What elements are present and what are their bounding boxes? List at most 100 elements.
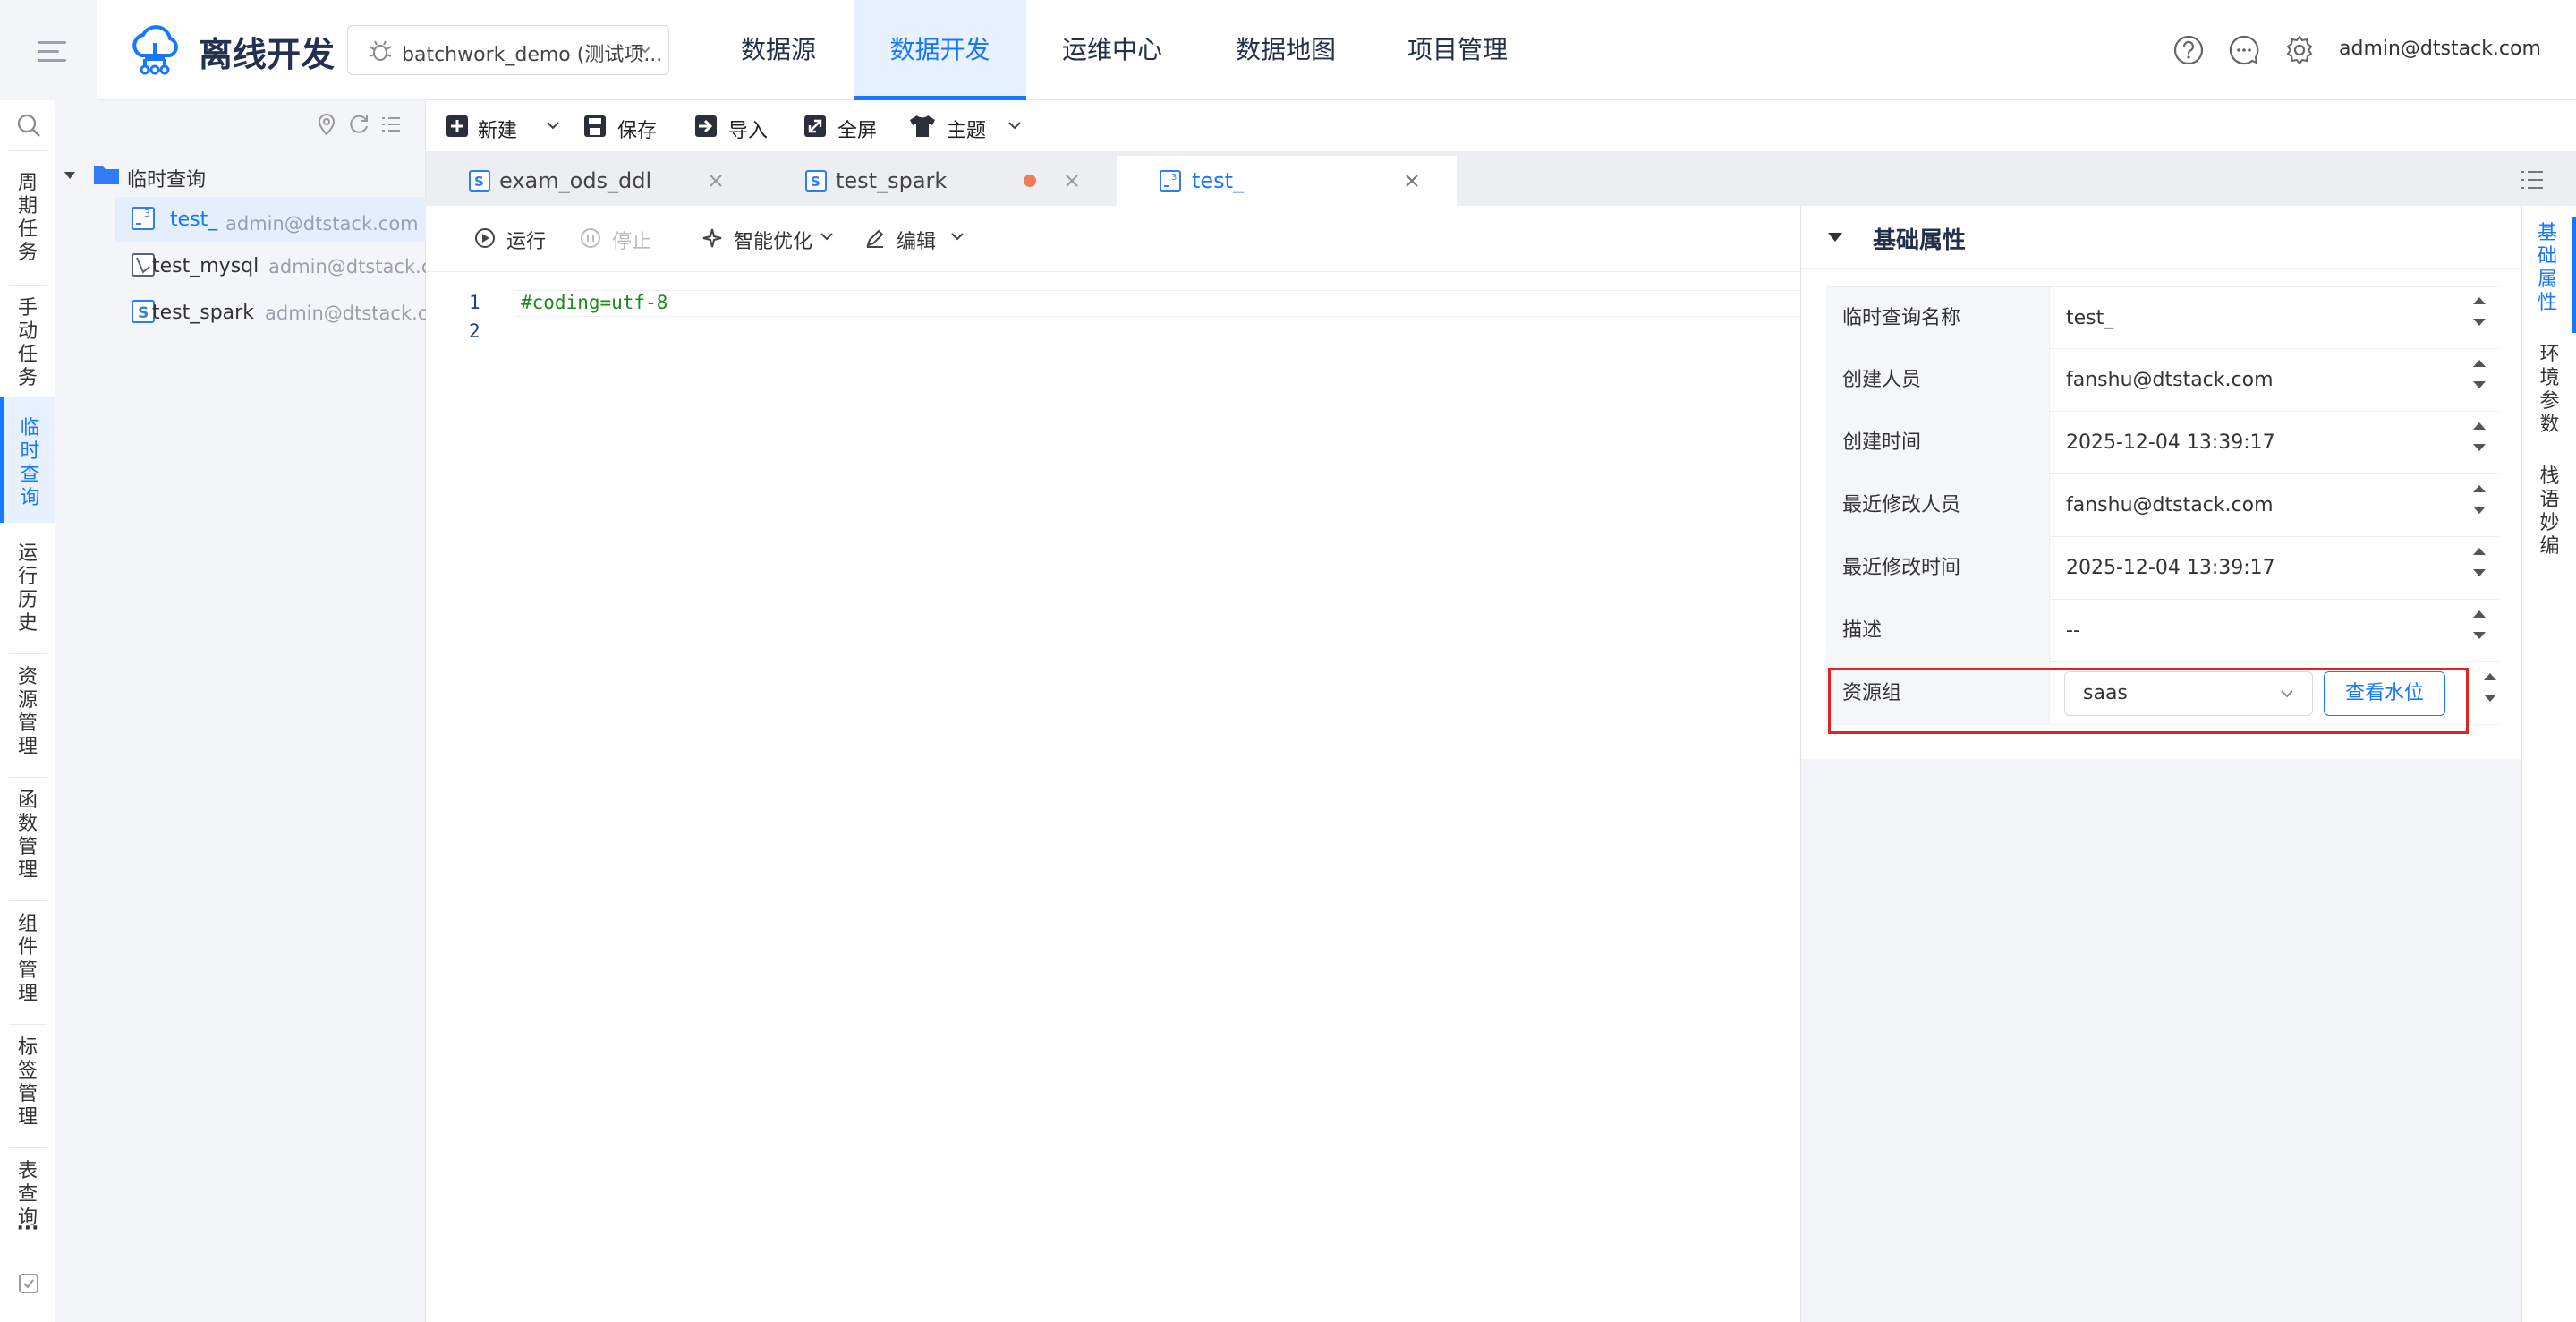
rail-label: 标签管理 (17, 1036, 38, 1129)
tree-file-test-mysql[interactable]: test_mysql admin@dtstack.c... (115, 243, 426, 288)
tree-file-test-spark[interactable]: S test_spark admin@dtstack.co... (115, 290, 426, 335)
fullscreen-button[interactable]: 全屏 (803, 113, 884, 142)
rail-divider (9, 777, 47, 778)
tree-folder[interactable]: 临时查询 (55, 152, 426, 197)
caret-down-icon (64, 172, 75, 179)
run-label: 运行 (506, 231, 547, 253)
prop-row-description: 描述 -- (1826, 600, 2499, 662)
stop-label: 停止 (612, 231, 652, 253)
row-scroll-arrows[interactable] (2470, 294, 2488, 347)
rail-component-mgmt[interactable]: 组件管理 (0, 904, 55, 1020)
rail-divider (9, 1147, 47, 1148)
plus-square-icon (446, 115, 468, 137)
right-tab-stack[interactable]: 栈语妙编 (2522, 460, 2576, 576)
prop-row-created-time: 创建时间 2025-12-04 13:39:17 (1826, 412, 2499, 474)
menu-toggle[interactable] (0, 0, 97, 100)
file-tree-panel: 临时查询 3 test_ admin@dtstack.com 锁... test… (55, 100, 426, 1322)
refresh-icon[interactable] (347, 113, 370, 136)
gear-icon[interactable] (2283, 34, 2316, 66)
bug-icon (369, 40, 392, 61)
rail-tag-mgmt[interactable]: 标签管理 (0, 1028, 55, 1144)
close-icon[interactable] (1063, 172, 1081, 190)
import-icon (695, 115, 717, 137)
help-icon[interactable] (2172, 34, 2205, 66)
right-tab-env-params[interactable]: 环境参数 (2522, 338, 2576, 455)
rail-label: 周期任务 (17, 172, 38, 264)
modified-dot (1024, 175, 1036, 187)
nav-tab-dev[interactable]: 数据开发 (854, 0, 1026, 100)
rail-run-history[interactable]: 运行历史 (0, 533, 55, 650)
rail-label: 运行历史 (17, 542, 38, 635)
new-button[interactable]: 新建 (446, 113, 559, 142)
brand-title: 离线开发 (199, 35, 336, 74)
list-icon[interactable] (379, 113, 403, 136)
theme-button[interactable]: 主题 (909, 113, 1021, 142)
sparkle-icon (702, 228, 722, 248)
close-icon[interactable] (1403, 172, 1421, 190)
properties-header[interactable]: 基础属性 (1801, 206, 2522, 269)
row-scroll-arrows[interactable] (2470, 356, 2488, 410)
svg-text:S: S (138, 304, 149, 322)
right-tab-label: 基础属性 (2537, 222, 2557, 314)
row-scroll-arrows[interactable] (2481, 670, 2499, 723)
row-scroll-arrows[interactable] (2470, 419, 2488, 473)
rail-temp-query[interactable]: 临时查询 (0, 397, 55, 523)
chevron-down-icon (1008, 122, 1021, 130)
rail-more[interactable]: ··· (0, 1217, 55, 1244)
nav-tab-project[interactable]: 项目管理 (1390, 0, 1525, 100)
nav-tab-ops[interactable]: 运维中心 (1045, 0, 1179, 100)
rail-label: 资源管理 (17, 666, 38, 758)
row-scroll-arrows[interactable] (2470, 544, 2488, 598)
import-label: 导入 (728, 120, 769, 142)
menu-icon-line (38, 59, 66, 62)
rail-manual-task[interactable]: 手动任务 (0, 288, 55, 405)
caret-down-icon (1828, 233, 1842, 242)
rail-label: 临时查询 (20, 417, 40, 509)
import-button[interactable]: 导入 (694, 113, 775, 142)
message-icon[interactable] (2228, 34, 2260, 66)
file-name: test_spark (152, 302, 254, 324)
editor-area: 运行 停止 智能优化 编辑 1 #coding=utf-8 2 (426, 206, 1800, 1322)
python-file-icon: 3 (1160, 170, 1181, 192)
right-tab-basic-props[interactable]: 基础属性 (2522, 217, 2576, 333)
prop-value: fanshu@dtstack.com (2066, 494, 2274, 516)
code-editor[interactable]: 1 #coding=utf-8 2 (426, 272, 1800, 1322)
tab-label: test_ (1192, 168, 1245, 193)
svg-text:S: S (474, 174, 484, 190)
project-select[interactable]: batchwork_demo (测试项... (347, 25, 669, 75)
theme-label: 主题 (947, 120, 987, 142)
tab-test-spark[interactable]: S test_spark (762, 156, 1097, 206)
folder-name: 临时查询 (127, 169, 207, 192)
row-scroll-arrows[interactable] (2470, 607, 2488, 661)
tab-exam-ods-ddl[interactable]: S exam_ods_ddl (426, 156, 762, 206)
rail-resource-mgmt[interactable]: 资源管理 (0, 657, 55, 773)
svg-text:3: 3 (144, 208, 150, 219)
tab-list-icon[interactable] (2520, 168, 2545, 192)
rail-function-mgmt[interactable]: 函数管理 (0, 780, 55, 897)
checklist-icon[interactable] (18, 1273, 39, 1294)
save-button[interactable]: 保存 (583, 113, 664, 142)
locate-icon[interactable] (315, 113, 338, 136)
chevron-down-icon (639, 46, 651, 54)
search-icon[interactable] (16, 113, 41, 138)
chevron-down-icon (820, 233, 833, 241)
rail-divider (9, 285, 47, 286)
prop-key: 临时查询名称 (1826, 287, 2050, 350)
user-email[interactable]: admin@dtstack.com (2339, 38, 2541, 60)
editor-toolbar: 运行 停止 智能优化 编辑 (426, 206, 1800, 272)
tab-test[interactable]: 3 test_ (1117, 156, 1457, 206)
nav-tab-datasource[interactable]: 数据源 (721, 0, 836, 100)
rail-divider (9, 1024, 47, 1025)
rail-divider (9, 900, 47, 901)
file-name: test_mysql (152, 255, 259, 277)
rail-periodic-task[interactable]: 周期任务 (0, 163, 55, 279)
tab-label: exam_ods_ddl (499, 168, 652, 193)
line-number: 1 (469, 292, 480, 313)
row-scroll-arrows[interactable] (2470, 482, 2488, 535)
nav-tab-map[interactable]: 数据地图 (1219, 0, 1353, 100)
spark-file-icon: S (469, 170, 490, 192)
close-icon[interactable] (707, 172, 725, 190)
file-owner: admin@dtstack.co... (265, 303, 426, 324)
tree-file-test[interactable]: 3 test_ admin@dtstack.com 锁... (115, 197, 426, 242)
svg-text:3: 3 (1171, 173, 1177, 183)
